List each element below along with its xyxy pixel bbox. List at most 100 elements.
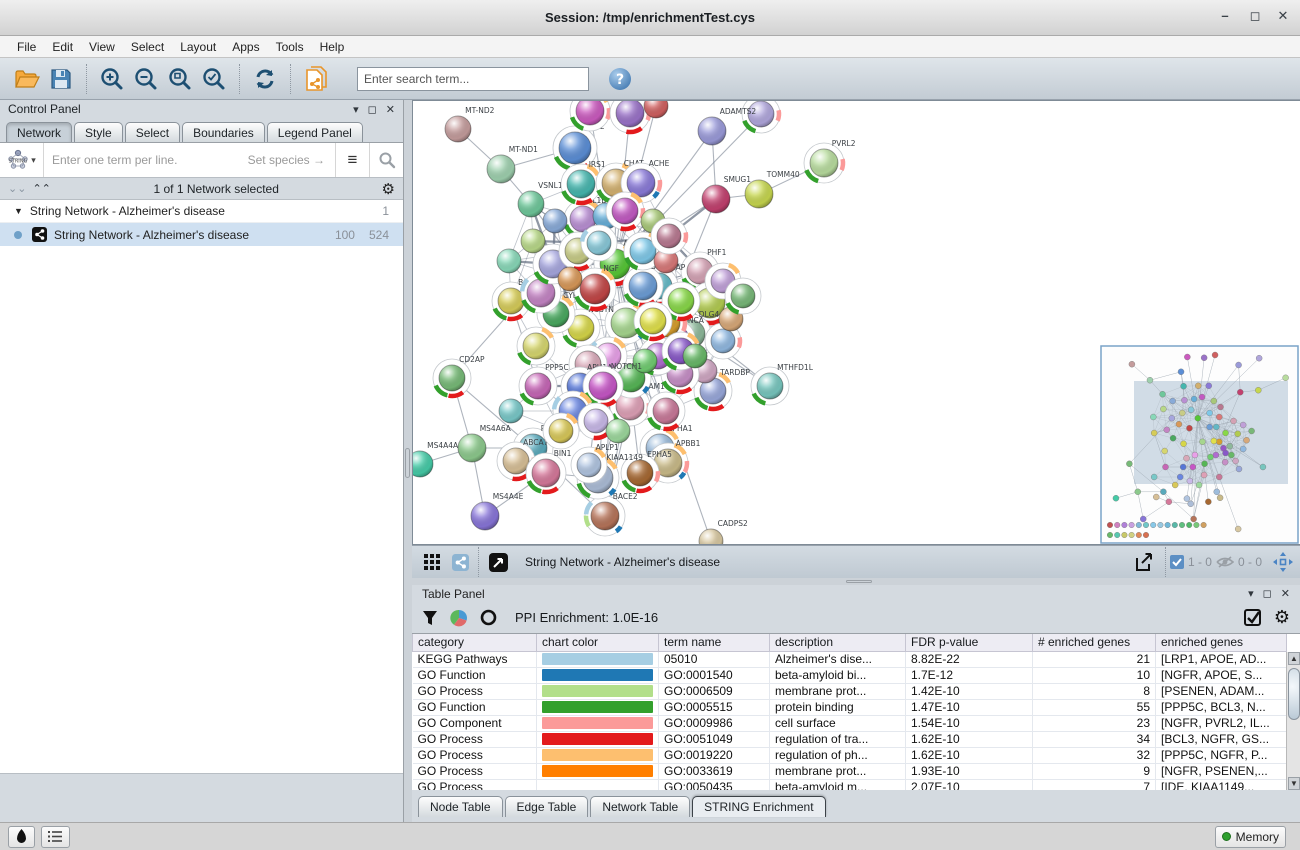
network-node-tomm40[interactable]: TOMM40	[745, 170, 800, 208]
table-cell[interactable]: KEGG Pathways	[413, 651, 537, 667]
table-cell[interactable]: GO Process	[413, 731, 537, 747]
table-cell[interactable]: regulation of tra...	[770, 731, 906, 747]
table-cell[interactable]: 1.54E-10	[906, 715, 1033, 731]
import-network-button[interactable]	[299, 62, 333, 96]
table-cell[interactable]: GO:0051049	[659, 731, 770, 747]
table-cell[interactable]: GO Process	[413, 763, 537, 779]
zoom-in-button[interactable]	[95, 62, 129, 96]
menu-view[interactable]: View	[82, 38, 122, 56]
network-node-smug1[interactable]: SMUG1	[702, 175, 751, 213]
table-cell[interactable]: protein binding	[770, 699, 906, 715]
network-row[interactable]: String Network - Alzheimer's disease 100…	[0, 223, 403, 246]
table-cell[interactable]: 8	[1033, 683, 1156, 699]
tree-expand-icon[interactable]: ▼	[14, 206, 23, 216]
tab-node-table[interactable]: Node Table	[418, 796, 503, 817]
network-node[interactable]	[606, 419, 630, 443]
panel-float-icon[interactable]: ◻	[1263, 587, 1272, 600]
table-cell[interactable]: membrane prot...	[770, 683, 906, 699]
table-cell[interactable]	[537, 763, 659, 779]
network-node[interactable]	[651, 218, 687, 254]
close-button[interactable]: ✕	[1270, 8, 1296, 28]
network-node[interactable]	[725, 278, 761, 314]
table-cell[interactable]: 10	[1033, 667, 1156, 683]
table-cell[interactable]: [BCL3, NGFR, GS...	[1156, 731, 1287, 747]
table-row[interactable]: GO FunctionGO:0001540beta-amyloid bi...1…	[413, 667, 1287, 683]
string-term-input[interactable]: Enter one term per line.	[44, 153, 248, 167]
table-cell[interactable]: GO Process	[413, 747, 537, 763]
network-node[interactable]	[517, 327, 555, 365]
table-row[interactable]: GO FunctionGO:0005515protein binding1.47…	[413, 699, 1287, 715]
help-button[interactable]: ?	[603, 62, 637, 96]
table-cell[interactable]: 1.62E-10	[906, 747, 1033, 763]
table-cell[interactable]	[537, 683, 659, 699]
apply-layout-button[interactable]	[248, 62, 282, 96]
network-node-cadps2[interactable]: CADPS2	[699, 519, 748, 544]
table-cell[interactable]: membrane prot...	[770, 763, 906, 779]
table-cell[interactable]: GO Process	[413, 779, 537, 790]
ring-chart-icon[interactable]	[480, 609, 497, 626]
table-cell[interactable]: [LRP1, APOE, AD...	[1156, 651, 1287, 667]
network-node-ms4a4e[interactable]: MS4A4E	[471, 492, 524, 530]
table-cell[interactable]	[537, 699, 659, 715]
panel-menu-icon[interactable]: ▾	[1248, 587, 1254, 600]
menu-file[interactable]: File	[10, 38, 43, 56]
set-species-label[interactable]: Set species →	[248, 153, 335, 167]
table-cell[interactable]: 1.7E-12	[906, 667, 1033, 683]
panel-close-icon[interactable]: ✕	[1281, 587, 1290, 600]
zoom-out-button[interactable]	[129, 62, 163, 96]
table-cell[interactable]: 7	[1033, 779, 1156, 790]
scroll-down-arrow[interactable]: ▼	[1288, 777, 1300, 790]
table-cell[interactable]	[537, 651, 659, 667]
table-row[interactable]: GO ProcessGO:0006509membrane prot...1.42…	[413, 683, 1287, 699]
network-node-cd2ap[interactable]: CD2AP	[433, 355, 485, 397]
panel-float-icon[interactable]: ◻	[368, 103, 377, 116]
table-cell[interactable]: beta-amyloid m...	[770, 779, 906, 790]
tab-select[interactable]: Select	[125, 122, 180, 142]
table-cell[interactable]: beta-amyloid bi...	[770, 667, 906, 683]
tab-network-table[interactable]: Network Table	[590, 796, 690, 817]
string-search-button[interactable]	[369, 143, 403, 177]
memory-button[interactable]: Memory	[1215, 826, 1286, 848]
birdseye-toggle-icon[interactable]	[1272, 551, 1294, 573]
table-cell[interactable]: GO:0050435	[659, 779, 770, 790]
expand-all-icon[interactable]: ⌃⌃	[32, 182, 50, 195]
network-node[interactable]	[497, 249, 521, 273]
save-session-button[interactable]	[44, 62, 78, 96]
table-cell[interactable]: [NGFR, PVRL2, IL...	[1156, 715, 1287, 731]
vertical-splitter[interactable]	[404, 100, 412, 822]
table-cell[interactable]: 32	[1033, 747, 1156, 763]
table-row[interactable]: GO Process GO:0051049regulation of tra...…	[413, 731, 1287, 747]
tab-legend-panel[interactable]: Legend Panel	[267, 122, 363, 142]
network-node[interactable]	[581, 225, 617, 261]
maximize-button[interactable]: ◻	[1242, 8, 1268, 28]
table-cell[interactable]: GO Function	[413, 667, 537, 683]
menu-select[interactable]: Select	[124, 38, 171, 56]
network-node-mt-nd2[interactable]: MT-ND2	[445, 106, 495, 142]
table-cell[interactable]	[537, 779, 659, 790]
scroll-up-arrow[interactable]: ▲	[1288, 652, 1300, 665]
task-history-button[interactable]	[8, 826, 35, 848]
panel-menu-icon[interactable]: ▾	[353, 103, 359, 116]
hidden-eye-icon[interactable]	[1216, 555, 1234, 569]
table-cell[interactable]: 1.42E-10	[906, 683, 1033, 699]
tab-network[interactable]: Network	[6, 122, 72, 142]
network-view-mode-button[interactable]	[446, 545, 474, 579]
table-cell[interactable]: GO:0005515	[659, 699, 770, 715]
menu-help[interactable]: Help	[313, 38, 352, 56]
table-cell[interactable]: 1.62E-10	[906, 731, 1033, 747]
title-bar[interactable]: Session: /tmp/enrichmentTest.cys – ◻ ✕	[0, 0, 1300, 36]
table-cell[interactable]: [PSENEN, ADAM...	[1156, 683, 1287, 699]
network-node[interactable]	[606, 192, 644, 230]
network-node[interactable]	[521, 229, 545, 253]
panel-close-icon[interactable]: ✕	[386, 103, 395, 116]
table-row[interactable]: GO ProcessGO:0033619membrane prot...1.93…	[413, 763, 1287, 779]
tab-boundaries[interactable]: Boundaries	[182, 122, 265, 142]
menu-edit[interactable]: Edit	[45, 38, 80, 56]
column-header[interactable]: enriched genes	[1156, 634, 1287, 651]
network-node[interactable]	[647, 392, 685, 430]
table-cell[interactable]: regulation of ph...	[770, 747, 906, 763]
table-cell[interactable]	[537, 667, 659, 683]
network-options-gear-icon[interactable]: ⚙	[382, 180, 395, 198]
string-logo-icon[interactable]: STRING ▾	[0, 143, 44, 177]
table-row[interactable]: GO ComponentGO:0009986cell surface1.54E-…	[413, 715, 1287, 731]
